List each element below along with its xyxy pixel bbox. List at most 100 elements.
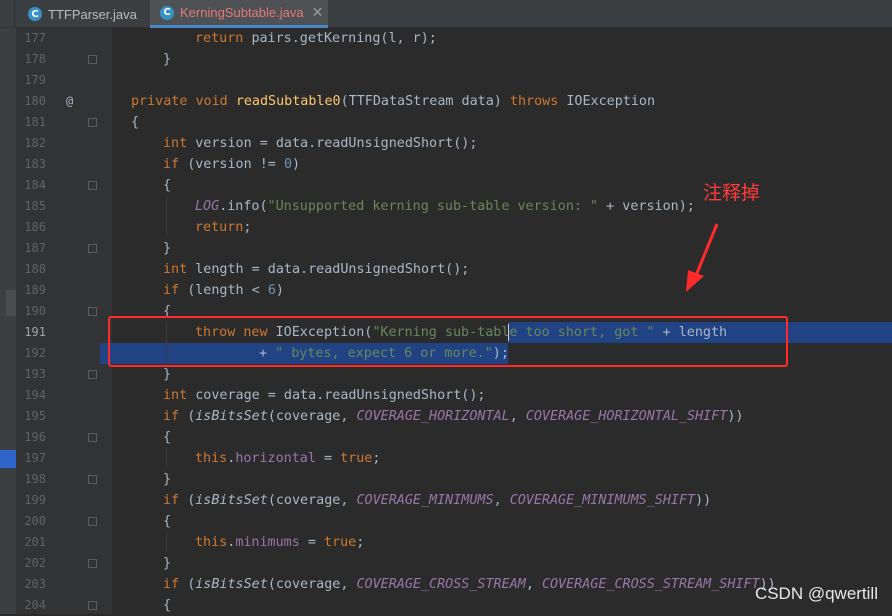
line-number: 203 bbox=[24, 577, 46, 591]
code-token: readSubtable0 bbox=[235, 94, 341, 109]
line-number: 177 bbox=[24, 31, 46, 45]
code-text: int coverage = data.readUnsignedShort(); bbox=[163, 385, 485, 406]
highlight-box-annotation bbox=[108, 316, 788, 367]
code-text: if (version != 0) bbox=[163, 154, 300, 175]
line-number: 201 bbox=[24, 535, 46, 549]
line-number: 202 bbox=[24, 556, 46, 570]
line-number: 179 bbox=[24, 73, 46, 87]
code-token: IOException bbox=[566, 94, 656, 109]
java-class-icon: C bbox=[28, 7, 42, 21]
line-number: 180 bbox=[24, 94, 46, 108]
code-token: (length < bbox=[187, 283, 268, 298]
line-number: 184 bbox=[24, 178, 46, 192]
code-text: if (isBitsSet(coverage, COVERAGE_CROSS_S… bbox=[163, 574, 776, 595]
code-line[interactable]: 196 { bbox=[0, 427, 892, 448]
code-token: .info( bbox=[219, 199, 268, 214]
code-token: } bbox=[163, 472, 172, 487]
fold-icon[interactable] bbox=[88, 370, 97, 379]
code-line[interactable]: 197 this.horizontal = true; bbox=[0, 448, 892, 469]
code-token: COVERAGE_HORIZONTAL_SHIFT bbox=[525, 409, 728, 424]
code-token: )) bbox=[727, 409, 744, 424]
code-line[interactable]: 183 if (version != 0) bbox=[0, 154, 892, 175]
line-number: 194 bbox=[24, 388, 46, 402]
code-token: isBitsSet bbox=[195, 493, 268, 508]
override-marker-icon[interactable]: @ bbox=[66, 91, 73, 112]
code-line[interactable]: 177 return pairs.getKerning(l, r); bbox=[0, 28, 892, 49]
code-line[interactable]: 179 bbox=[0, 70, 892, 91]
code-line[interactable]: 189 if (length < 6) bbox=[0, 280, 892, 301]
code-line[interactable]: 201 this.minimums = true; bbox=[0, 532, 892, 553]
code-text: if (isBitsSet(coverage, COVERAGE_HORIZON… bbox=[163, 406, 743, 427]
line-number: 181 bbox=[24, 115, 46, 129]
fold-icon[interactable] bbox=[88, 559, 97, 568]
watermark: CSDN @qwertill bbox=[754, 584, 878, 603]
close-icon[interactable]: ✕ bbox=[312, 4, 324, 21]
tab-label: KerningSubtable.java bbox=[180, 5, 304, 20]
tab-ttfparser[interactable]: C TTFParser.java bbox=[22, 0, 146, 28]
fold-icon[interactable] bbox=[88, 517, 97, 526]
code-token: , bbox=[509, 409, 526, 424]
code-token: (coverage, bbox=[267, 577, 357, 592]
code-line[interactable]: 200 { bbox=[0, 511, 892, 532]
code-text: { bbox=[163, 511, 171, 532]
code-line[interactable]: 193} bbox=[0, 364, 892, 385]
fold-icon[interactable] bbox=[88, 181, 97, 190]
code-token: ; bbox=[243, 220, 252, 235]
code-line[interactable]: 181 { bbox=[0, 112, 892, 133]
code-token: { bbox=[163, 514, 172, 529]
code-text: { bbox=[163, 175, 171, 196]
fold-icon[interactable] bbox=[88, 307, 97, 316]
code-text: this.horizontal = true; bbox=[195, 448, 380, 469]
code-text: private void readSubtable0(TTFDataStream… bbox=[131, 91, 655, 112]
fold-icon[interactable] bbox=[88, 118, 97, 127]
code-token: ; bbox=[372, 451, 381, 466]
code-token: if bbox=[163, 493, 188, 508]
code-token: 6 bbox=[267, 283, 276, 298]
editor-tab-bar: C TTFParser.java C KerningSubtable.java … bbox=[0, 0, 892, 28]
line-number: 196 bbox=[24, 430, 46, 444]
tab-kerningsubtable[interactable]: C KerningSubtable.java ✕ bbox=[150, 0, 328, 28]
code-line[interactable]: 199 if (isBitsSet(coverage, COVERAGE_MINI… bbox=[0, 490, 892, 511]
code-token: , bbox=[525, 577, 542, 592]
code-line[interactable]: 182 int version = data.readUnsignedShort(… bbox=[0, 133, 892, 154]
code-line[interactable]: 186 return; bbox=[0, 217, 892, 238]
code-line[interactable]: 180 @ private void readSubtable0(TTFDataSt… bbox=[0, 91, 892, 112]
line-number: 198 bbox=[24, 472, 46, 486]
line-number: 197 bbox=[24, 451, 46, 465]
code-token: private void bbox=[131, 94, 236, 109]
code-line[interactable]: 187} bbox=[0, 238, 892, 259]
code-line[interactable]: 188 int length = data.readUnsignedShort()… bbox=[0, 259, 892, 280]
code-line[interactable]: 178} bbox=[0, 49, 892, 70]
code-token: COVERAGE_MINIMUMS_SHIFT bbox=[509, 493, 696, 508]
code-token: COVERAGE_CROSS_STREAM bbox=[356, 577, 526, 592]
code-line[interactable]: 195 if (isBitsSet(coverage, COVERAGE_HORI… bbox=[0, 406, 892, 427]
code-token: true bbox=[340, 451, 373, 466]
code-token: this bbox=[195, 451, 228, 466]
code-text: this.minimums = true; bbox=[195, 532, 364, 553]
code-token: version = data.readUnsignedShort(); bbox=[195, 136, 478, 151]
fold-icon[interactable] bbox=[88, 244, 97, 253]
tab-scroll-left-icon[interactable] bbox=[0, 0, 15, 28]
code-text: if (isBitsSet(coverage, COVERAGE_MINIMUM… bbox=[163, 490, 711, 511]
fold-icon[interactable] bbox=[88, 433, 97, 442]
code-token: = bbox=[315, 451, 341, 466]
tab-label: TTFParser.java bbox=[48, 6, 137, 22]
code-text: int version = data.readUnsignedShort(); bbox=[163, 133, 477, 154]
fold-icon[interactable] bbox=[88, 475, 97, 484]
fold-icon[interactable] bbox=[88, 55, 97, 64]
code-line[interactable]: 202} bbox=[0, 553, 892, 574]
code-token: ; bbox=[356, 535, 365, 550]
code-token: true bbox=[324, 535, 357, 550]
code-token: if bbox=[163, 157, 188, 172]
line-number: 199 bbox=[24, 493, 46, 507]
code-token: )) bbox=[695, 493, 712, 508]
code-token: int bbox=[163, 136, 196, 151]
fold-icon[interactable] bbox=[88, 601, 97, 610]
code-token: } bbox=[163, 241, 172, 256]
code-token: horizontal bbox=[235, 451, 316, 466]
code-token: minimums bbox=[235, 535, 300, 550]
code-token: , bbox=[493, 493, 510, 508]
code-line[interactable]: 198} bbox=[0, 469, 892, 490]
code-line[interactable]: 194 int coverage = data.readUnsignedShort… bbox=[0, 385, 892, 406]
code-text: if (length < 6) bbox=[163, 280, 284, 301]
